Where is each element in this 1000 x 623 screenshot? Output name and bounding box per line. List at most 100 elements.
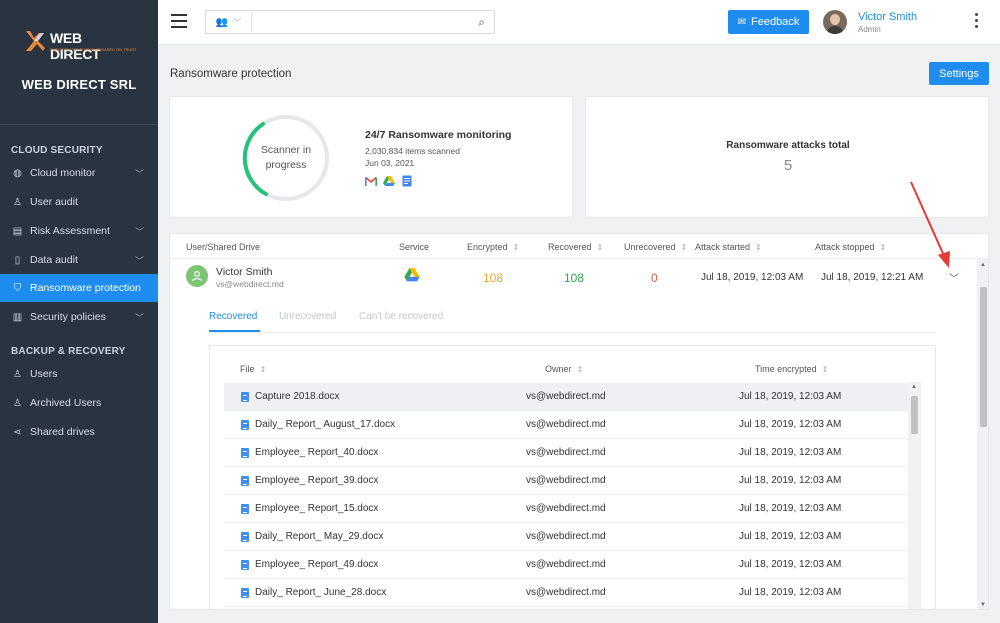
expand-chevron-icon[interactable]: ﹀: [949, 270, 959, 285]
sidebar: WEB DIRECT BUSINESS RELATIONSHIP BASED O…: [0, 0, 158, 623]
sidebar-item-archived-users[interactable]: ♙ Archived Users: [0, 389, 158, 417]
file-name: Employee_ Report_40.docx: [255, 447, 379, 458]
sidebar-item-data-audit[interactable]: ▯ Data audit ﹀: [0, 246, 158, 274]
table-row[interactable]: Capture 2018.docx vs@webdirect.md Jul 18…: [224, 383, 908, 411]
column-header-service: Service: [399, 242, 429, 252]
files-table: File ⇕ Owner ⇕ Time encrypted ⇕ Capture 201…: [209, 345, 937, 609]
file-time: Jul 18, 2019, 12:03 AM: [739, 503, 842, 514]
google-drive-icon: [404, 268, 420, 282]
column-header-recovered[interactable]: Recovered ⇕: [548, 242, 603, 252]
menu-toggle-icon[interactable]: [171, 14, 187, 28]
table-row[interactable]: Employee_ Report_15.docx vs@webdirect.md…: [224, 495, 908, 523]
user-name[interactable]: Victor Smith: [858, 11, 917, 23]
sidebar-item-users[interactable]: ♙ Users: [0, 360, 158, 388]
table-row[interactable]: Victor Smith vs@webdirect.md 108 108 0 J…: [170, 259, 977, 292]
sidebar-item-label: Users: [30, 368, 58, 380]
divider: [0, 124, 158, 125]
table-row[interactable]: Daily_ Report_ May_29.docx vs@webdirect.…: [224, 523, 908, 551]
search-icon[interactable]: ⌕: [478, 15, 485, 30]
column-header-file[interactable]: File ⇕: [240, 364, 266, 374]
file-time: Jul 18, 2019, 12:03 AM: [739, 531, 842, 542]
people-filter-dropdown[interactable]: 👥 ﹀: [206, 11, 252, 33]
column-header-time-encrypted[interactable]: Time encrypted ⇕: [755, 364, 828, 374]
column-label: Encrypted: [467, 242, 508, 252]
unrecovered-count: 0: [651, 271, 658, 285]
scrollbar-thumb[interactable]: [980, 287, 987, 427]
file-owner: vs@webdirect.md: [526, 503, 606, 514]
company-name: WEB DIRECT SRL: [21, 77, 137, 92]
logo-tagline: BUSINESS RELATIONSHIP BASED ON TRUST: [50, 47, 137, 52]
file-name: Daily_ Report_ May_29.docx: [255, 531, 384, 542]
chevron-down-icon: ﹀: [134, 169, 144, 179]
column-header-user: User/Shared Drive: [186, 242, 260, 252]
sidebar-item-security-policies[interactable]: ▥ Security policies ﹀: [0, 303, 158, 331]
more-options-icon[interactable]: [973, 13, 979, 29]
column-label: Service: [399, 242, 430, 252]
sidebar-item-label: User audit: [30, 196, 78, 208]
settings-button[interactable]: Settings: [929, 62, 989, 85]
table-row[interactable]: Daily_ Report_ June_28.docx vs@webdirect…: [224, 579, 908, 607]
tab-unrecovered[interactable]: Unrecovered: [279, 311, 336, 322]
column-header-attack-stopped[interactable]: Attack stopped ⇕: [815, 242, 886, 252]
sidebar-item-label: Shared drives: [30, 426, 95, 438]
feedback-button[interactable]: ✉ Feedback: [728, 10, 809, 34]
files-scrollbar[interactable]: ▲: [908, 382, 921, 609]
document-icon: [241, 420, 249, 430]
archived-users-icon: ♙: [13, 397, 22, 409]
chevron-down-icon: ﹀: [134, 227, 144, 237]
file-time: Jul 18, 2019, 12:03 AM: [739, 447, 842, 458]
gmail-icon: [365, 176, 377, 186]
avatar[interactable]: [823, 10, 847, 34]
users-icon: ♙: [13, 368, 22, 380]
files-table-header: File ⇕ Owner ⇕ Time encrypted ⇕: [210, 346, 937, 382]
scroll-up-icon[interactable]: ▲: [980, 262, 986, 268]
sidebar-item-ransomware-protection[interactable]: ⛉ Ransomware protection: [0, 274, 158, 302]
scrollbar[interactable]: ▲ ▼: [977, 259, 988, 609]
column-header-owner[interactable]: Owner ⇕: [545, 364, 583, 374]
column-label: User/Shared Drive: [186, 242, 261, 252]
items-scanned: 2,030,834 items scanned: [365, 146, 460, 156]
table-row[interactable]: Employee_ Report_49.docx vs@webdirect.md…: [224, 551, 908, 579]
file-time: Jul 18, 2019, 12:03 AM: [739, 559, 842, 570]
sidebar-item-cloud-monitor[interactable]: ◍ Cloud monitor ﹀: [0, 159, 158, 187]
column-header-unrecovered[interactable]: Unrecovered ⇕: [624, 242, 687, 252]
shield-icon: ⛉: [13, 282, 22, 294]
sidebar-item-shared-drives[interactable]: ⋖ Shared drives: [0, 418, 158, 446]
sidebar-item-user-audit[interactable]: ♙ User audit: [0, 188, 158, 216]
document-icon: [241, 532, 249, 542]
logo-text: WEB DIRECT: [50, 30, 101, 62]
service-icons: [365, 175, 413, 187]
scanner-status: Scanner in progress: [242, 114, 330, 202]
file-owner: vs@webdirect.md: [526, 391, 606, 402]
logo-mark-icon: [26, 31, 45, 51]
attacks-title: Ransomware attacks total: [726, 140, 850, 151]
user-role: Admin: [858, 25, 881, 34]
section-title-backup-recovery: BACKUP & RECOVERY: [11, 346, 126, 357]
document-icon: [241, 504, 249, 514]
user-avatar-icon: [186, 265, 208, 287]
sidebar-item-risk-assessment[interactable]: ▤ Risk Assessment ﹀: [0, 217, 158, 245]
table-row[interactable]: Employee_ Report_40.docx vs@webdirect.md…: [224, 439, 908, 467]
scroll-down-icon[interactable]: ▼: [980, 602, 986, 608]
table-row[interactable]: Daily_ Report_ August_17.docx vs@webdire…: [224, 411, 908, 439]
scanner-status-line: Scanner in: [260, 144, 312, 156]
logo[interactable]: WEB DIRECT BUSINESS RELATIONSHIP BASED O…: [24, 27, 137, 62]
table-row[interactable]: Employee_ Report_39.docx vs@webdirect.md…: [224, 467, 908, 495]
file-name: Employee_ Report_15.docx: [255, 503, 379, 514]
file-name: Daily_ Report_ August_17.docx: [255, 419, 396, 430]
tab-cant-be-recovered[interactable]: Can't be recovered: [359, 311, 443, 322]
document-icon: [241, 392, 249, 402]
scroll-up-icon[interactable]: ▲: [911, 384, 917, 390]
search-bar[interactable]: 👥 ﹀ ⌕: [205, 10, 495, 34]
scrollbar-thumb[interactable]: [911, 396, 918, 434]
scan-date: Jun 03, 2021: [365, 158, 415, 168]
sort-icon: ⇕: [755, 243, 762, 252]
column-header-attack-started[interactable]: Attack started ⇕: [695, 242, 762, 252]
sidebar-item-label: Security policies: [30, 311, 106, 323]
file-time: Jul 18, 2019, 12:03 AM: [739, 587, 842, 598]
sidebar-item-label: Ransomware protection: [30, 282, 141, 294]
column-header-encrypted[interactable]: Encrypted ⇕: [467, 242, 519, 252]
column-label: File: [240, 364, 255, 374]
tab-recovered[interactable]: Recovered: [209, 311, 260, 332]
feedback-label: Feedback: [751, 16, 800, 28]
